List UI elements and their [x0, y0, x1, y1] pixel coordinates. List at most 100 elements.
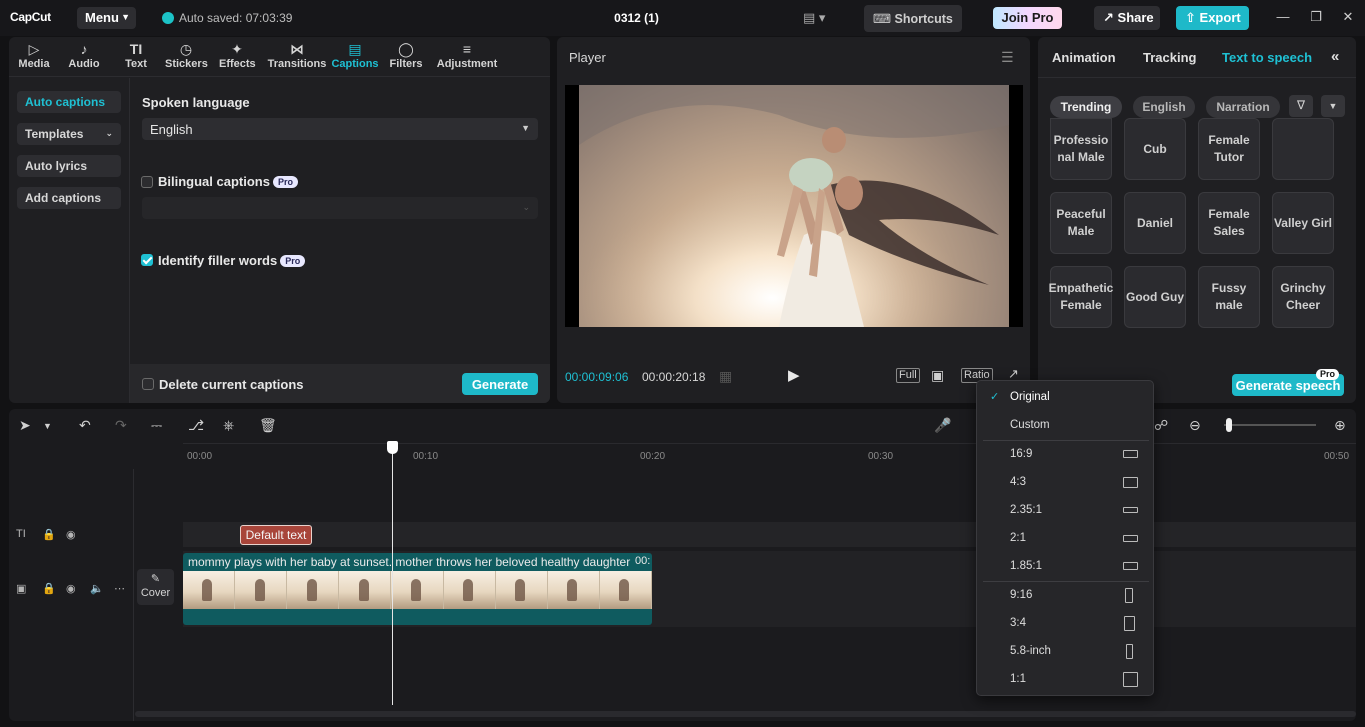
tool-stickers[interactable]: ◷Stickers — [165, 40, 207, 70]
share-button[interactable]: ↗ Share — [1094, 6, 1160, 30]
play-icon[interactable]: ▶ — [788, 366, 800, 384]
current-time: 00:00:09:06 — [565, 370, 628, 384]
playhead[interactable] — [392, 441, 393, 705]
zoom-in-icon[interactable]: ⊕ — [1334, 417, 1346, 434]
voice-card[interactable]: Peaceful Male — [1050, 192, 1112, 254]
split-left-icon[interactable]: ⎇ — [188, 417, 204, 434]
tab-text-to-speech[interactable]: Text to speech — [1222, 50, 1312, 65]
voice-card[interactable]: Daniel — [1124, 192, 1186, 254]
redo-icon[interactable]: ↷ — [115, 417, 127, 434]
full-button[interactable]: Full — [896, 368, 920, 383]
spoken-language-select[interactable]: English▼ — [142, 118, 538, 140]
eye-icon[interactable]: ◉ — [66, 582, 76, 595]
voice-card[interactable]: Grinchy Cheer — [1272, 266, 1334, 328]
ratio-option-1-85-1[interactable]: 1.85:1 — [977, 552, 1153, 580]
delete-icon[interactable]: 🗑 — [259, 417, 277, 434]
lock-icon[interactable]: 🔒 — [42, 582, 56, 595]
voice-card[interactable]: Valley Girl — [1272, 192, 1334, 254]
ratio-option-2-35-1[interactable]: 2.35:1 — [977, 496, 1153, 524]
chevron-down-icon[interactable]: ▼ — [1321, 95, 1345, 117]
lock-icon[interactable]: 🔒 — [42, 528, 56, 541]
voice-card[interactable]: Female Sales — [1198, 192, 1260, 254]
ratio-option-2-1[interactable]: 2:1 — [977, 524, 1153, 552]
chip-narration[interactable]: Narration — [1206, 96, 1280, 118]
tool-adjustment[interactable]: ≡Adjustment — [436, 40, 498, 70]
video-clip[interactable]: mommy plays with her baby at sunset. mot… — [183, 553, 652, 625]
voice-card[interactable]: Professio nal Male — [1050, 118, 1112, 180]
bilingual-checkbox[interactable] — [141, 176, 153, 188]
filler-words-checkbox[interactable] — [141, 254, 153, 266]
sidebar-item-add-captions[interactable]: Add captions — [17, 187, 121, 209]
generate-button[interactable]: Generate — [462, 373, 538, 395]
zoom-slider-handle[interactable] — [1226, 418, 1232, 432]
chip-english[interactable]: English — [1133, 96, 1195, 118]
voice-card[interactable]: Empathetic Female — [1050, 266, 1112, 328]
ratio-option-custom[interactable]: Custom — [977, 411, 1153, 439]
tool-audio[interactable]: ♪Audio — [67, 40, 101, 70]
chevron-down-icon[interactable]: ▼ — [43, 421, 52, 431]
microphone-icon[interactable]: 🎤 — [934, 417, 951, 434]
zoom-slider-track[interactable] — [1224, 424, 1316, 426]
playhead-handle[interactable] — [387, 441, 398, 454]
filter-icon[interactable]: ∇ — [1289, 95, 1313, 117]
voice-card[interactable]: Cub — [1124, 118, 1186, 180]
sidebar-item-auto-captions[interactable]: Auto captions — [17, 91, 121, 113]
time-ruler[interactable]: 00:00 00:10 00:20 00:30 00:50 — [183, 443, 1356, 459]
thumbnail — [183, 571, 235, 609]
ratio-option-3-4[interactable]: 3:4 — [977, 609, 1153, 637]
split-icon[interactable]: ⎓ — [151, 417, 162, 434]
tool-transitions[interactable]: ⋈Transitions — [267, 40, 327, 70]
collapse-icon[interactable]: « — [1331, 48, 1339, 65]
layout-icon[interactable]: ▤ ▾ — [803, 10, 837, 26]
tab-tracking[interactable]: Tracking — [1143, 50, 1196, 65]
menu-button[interactable]: Menu▼ — [77, 7, 136, 29]
ratio-option-4-3[interactable]: 4:3 — [977, 468, 1153, 496]
ratio-option-9-16[interactable]: 9:16 — [977, 581, 1153, 609]
tab-animation[interactable]: Animation — [1052, 50, 1116, 65]
ratio-option-original[interactable]: ✓Original — [977, 383, 1153, 411]
voice-card[interactable]: Fussy male — [1198, 266, 1260, 328]
sidebar-item-auto-lyrics[interactable]: Auto lyrics — [17, 155, 121, 177]
voice-card[interactable]: Good Guy — [1124, 266, 1186, 328]
select-tool-icon[interactable]: ➤ — [19, 417, 31, 434]
tool-media-label: Media — [18, 58, 49, 70]
undo-icon[interactable]: ↶ — [79, 417, 91, 434]
link-icon[interactable]: ☍ — [1154, 417, 1168, 434]
delete-captions-checkbox[interactable] — [142, 378, 154, 390]
close-icon[interactable]: ✕ — [1338, 9, 1358, 27]
tool-text[interactable]: TIText — [121, 40, 151, 70]
split-right-icon[interactable]: ⎈ — [223, 417, 234, 434]
tool-effects[interactable]: ✦Effects — [219, 40, 255, 70]
more-icon[interactable]: ⋯ — [114, 582, 125, 595]
video-track-icon: ▣ — [16, 582, 26, 595]
voice-card[interactable] — [1272, 118, 1334, 180]
chip-trending[interactable]: Trending — [1050, 96, 1122, 118]
cover-button[interactable]: ✎Cover — [137, 569, 174, 605]
text-clip[interactable]: Default text — [240, 525, 312, 545]
sidebar-item-templates[interactable]: Templates⌄ — [17, 123, 121, 145]
timeline-scrollbar[interactable] — [135, 711, 1356, 717]
maximize-icon[interactable]: ❐ — [1306, 9, 1326, 27]
capcut-logo: CapCut — [10, 10, 51, 24]
ratio-option-5-8-inch[interactable]: 5.8-inch — [977, 637, 1153, 665]
thumbnail — [548, 571, 600, 609]
bilingual-language-select[interactable]: ⌄ — [142, 197, 538, 219]
voice-card[interactable]: Female Tutor — [1198, 118, 1260, 180]
video-preview[interactable] — [565, 85, 1023, 327]
snapshot-icon[interactable]: ▣ — [931, 367, 944, 384]
waveform-icon[interactable]: ▦ — [719, 368, 732, 385]
tool-captions[interactable]: ▤Captions — [330, 40, 380, 70]
player-menu-icon[interactable]: ☰ — [1001, 49, 1014, 66]
ratio-option-16-9[interactable]: 16:9 — [977, 440, 1153, 468]
join-pro-button[interactable]: Join Pro — [993, 7, 1062, 29]
tool-filters[interactable]: ◯Filters — [389, 40, 423, 70]
transitions-icon: ⋈ — [267, 40, 327, 58]
minimize-icon[interactable]: — — [1273, 9, 1293, 27]
volume-icon[interactable]: 🔈 — [90, 582, 104, 595]
shortcuts-button[interactable]: ⌨ Shortcuts — [864, 5, 962, 32]
ratio-option-1-1[interactable]: 1:1 — [977, 665, 1153, 693]
eye-icon[interactable]: ◉ — [66, 528, 76, 541]
tool-media[interactable]: ▷Media — [17, 40, 51, 70]
export-button[interactable]: ⇧ Export — [1176, 6, 1249, 30]
zoom-out-icon[interactable]: ⊖ — [1189, 417, 1201, 434]
